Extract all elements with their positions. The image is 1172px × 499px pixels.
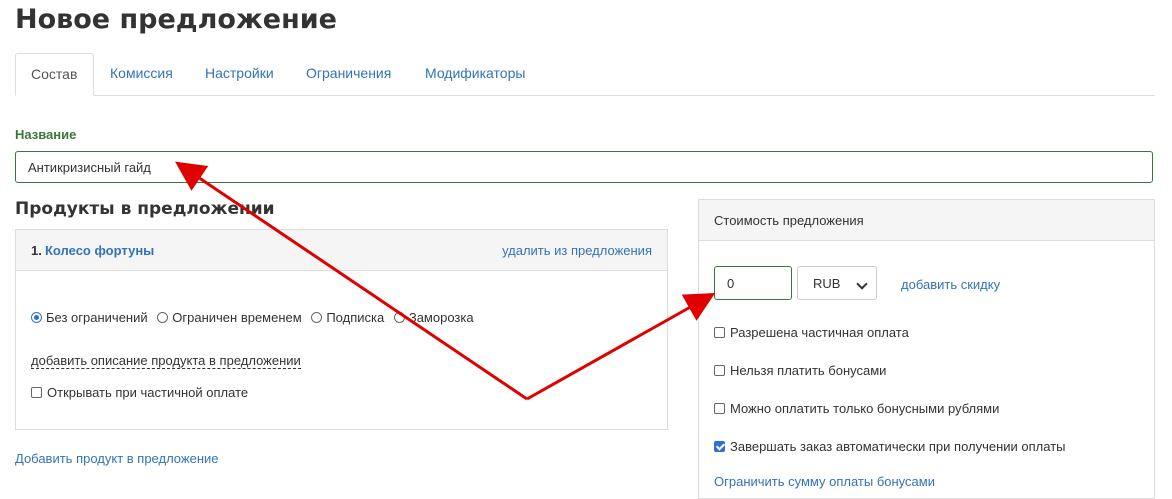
tab-modifiers[interactable]: Модификаторы <box>410 53 540 94</box>
product-panel-header: 1. Колесо фортуны удалить из предложения <box>16 230 667 271</box>
products-section-title: Продукты в предложении <box>15 199 275 219</box>
checkbox[interactable] <box>31 387 42 398</box>
checkbox[interactable] <box>714 327 725 338</box>
page-title: Новое предложение <box>15 4 337 35</box>
radio-time-limited[interactable]: Ограничен временем <box>157 310 302 325</box>
price-panel-header: Стоимость предложения <box>699 200 1154 241</box>
no-bonus-payment-checkbox[interactable]: Нельзя платить бонусами <box>714 363 886 378</box>
radio-freeze[interactable]: Заморозка <box>393 310 474 325</box>
add-product-link[interactable]: Добавить продукт в предложение <box>15 451 219 466</box>
access-type-radio-group: Без ограничений Ограничен временем Подпи… <box>31 310 480 326</box>
radio-unlimited[interactable]: Без ограничений <box>31 310 148 325</box>
currency-select[interactable]: RUB <box>797 266 877 300</box>
add-description-link[interactable]: добавить описание продукта в предложении <box>31 353 301 369</box>
tab-restrictions[interactable]: Ограничения <box>291 53 406 94</box>
name-input[interactable] <box>15 151 1153 183</box>
radio-button[interactable] <box>311 312 323 323</box>
allow-partial-payment-checkbox[interactable]: Разрешена частичная оплата <box>714 325 909 340</box>
price-panel: Стоимость предложения RUB добавить скидк… <box>698 199 1155 499</box>
bonus-only-payment-checkbox[interactable]: Можно оплатить только бонусными рублями <box>714 401 999 416</box>
checkbox[interactable] <box>714 403 725 414</box>
checkbox[interactable] <box>714 365 725 376</box>
chevron-down-icon <box>856 278 868 290</box>
product-number: 1. <box>31 243 42 258</box>
radio-button[interactable] <box>393 312 405 323</box>
open-on-partial-payment-checkbox[interactable]: Открывать при частичной оплате <box>31 385 248 400</box>
name-label: Название <box>15 127 77 142</box>
tab-commission[interactable]: Комиссия <box>95 53 188 94</box>
price-panel-title: Стоимость предложения <box>714 213 864 228</box>
price-input[interactable] <box>714 266 792 300</box>
tab-settings[interactable]: Настройки <box>190 53 289 94</box>
tab-composition[interactable]: Состав <box>15 53 94 96</box>
radio-button[interactable] <box>157 312 169 323</box>
radio-button-checked[interactable] <box>31 312 42 323</box>
tab-bar: Состав Комиссия Настройки Ограничения Мо… <box>15 53 1155 96</box>
radio-subscription[interactable]: Подписка <box>311 310 384 325</box>
remove-product-link[interactable]: удалить из предложения <box>502 243 652 258</box>
product-panel: 1. Колесо фортуны удалить из предложения… <box>15 229 668 430</box>
product-name-link[interactable]: Колесо фортуны <box>45 243 154 258</box>
add-discount-link[interactable]: добавить скидку <box>901 277 1000 292</box>
checkbox-checked[interactable] <box>714 441 725 452</box>
auto-complete-order-checkbox[interactable]: Завершать заказ автоматически при получе… <box>714 439 1066 454</box>
